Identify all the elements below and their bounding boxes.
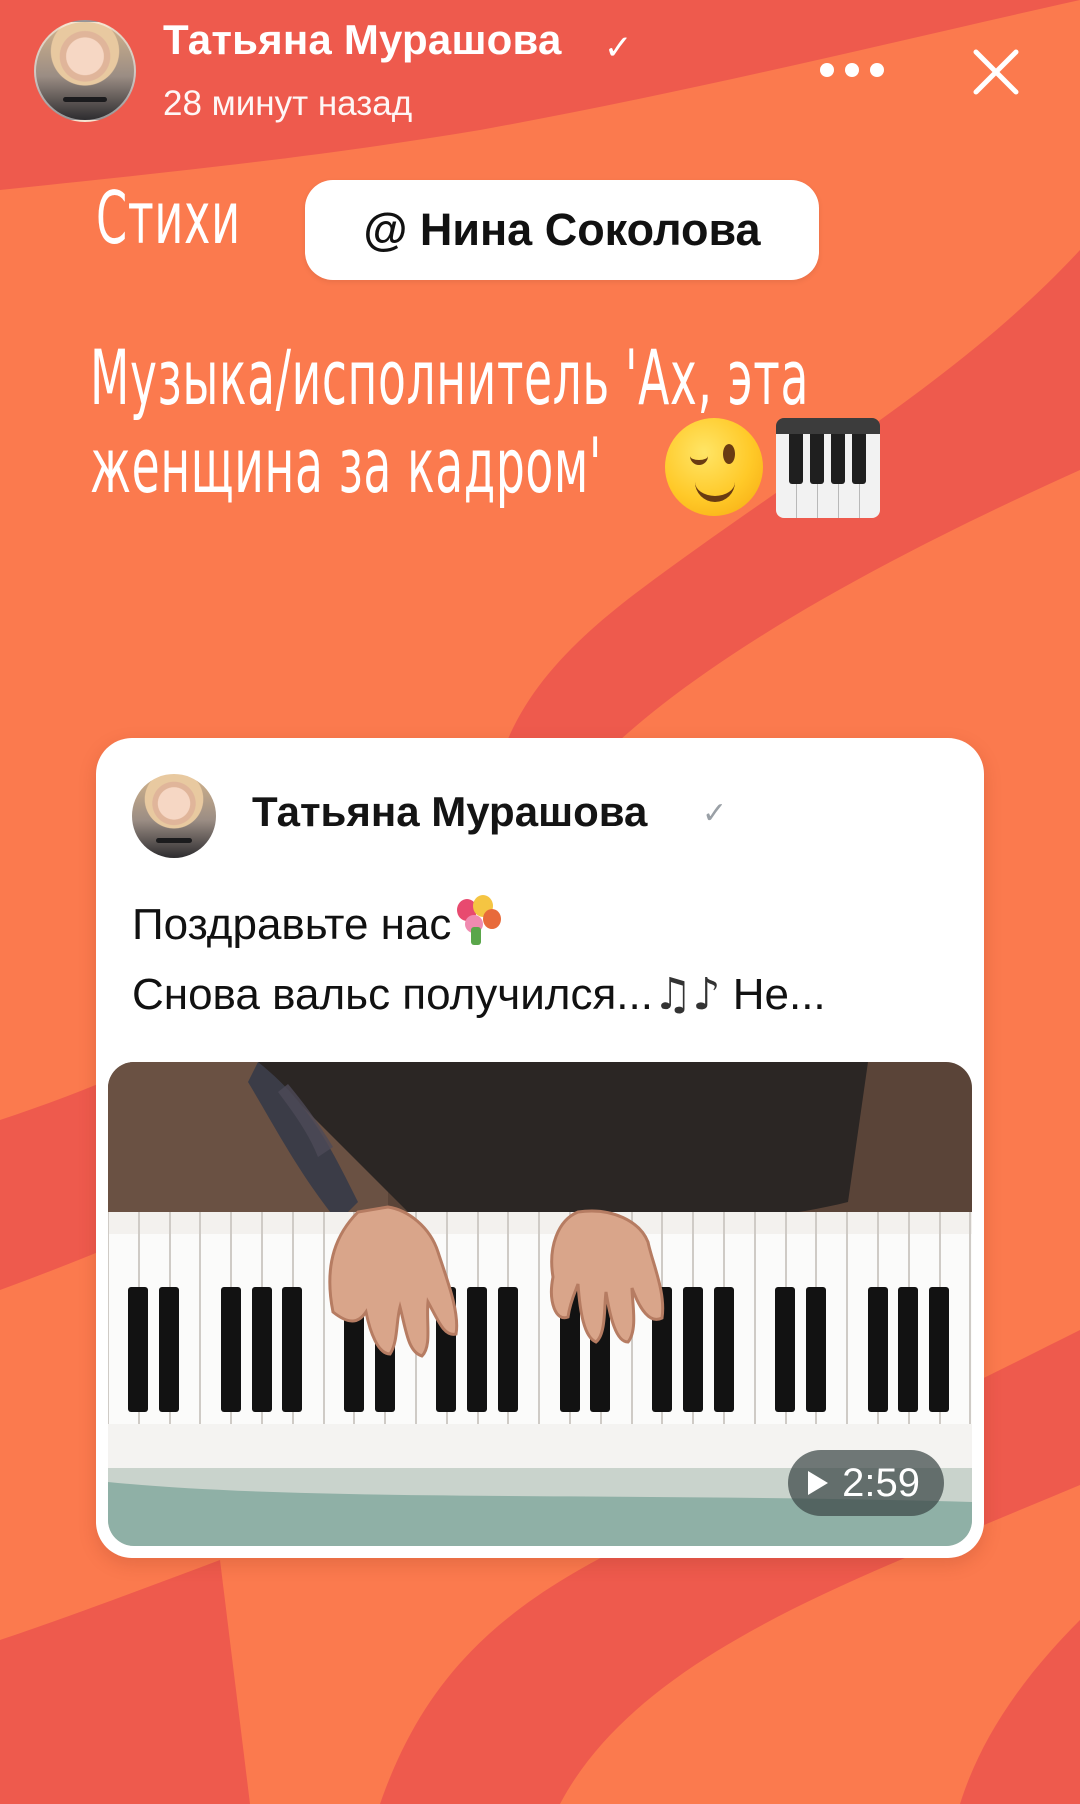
video-duration: 2:59 bbox=[842, 1460, 920, 1505]
close-icon[interactable] bbox=[968, 44, 1024, 100]
video-thumbnail[interactable]: 2:59 bbox=[108, 1062, 972, 1546]
card-author-name[interactable]: Татьяна Мурашова bbox=[252, 788, 647, 836]
card-author-avatar[interactable] bbox=[132, 774, 216, 858]
shared-post-card[interactable]: Татьяна Мурашова ✓ Поздравьте нас Снова … bbox=[96, 738, 984, 1558]
piano-keys-icon bbox=[776, 418, 880, 518]
card-text-line-1: Поздравьте нас bbox=[132, 900, 452, 949]
story-viewer: Татьяна Мурашова ✓ 28 минут назад Стихи … bbox=[0, 0, 1080, 1804]
mention-chip[interactable]: @ Нина Соколова bbox=[305, 180, 819, 280]
card-verified-icon: ✓ bbox=[702, 796, 728, 831]
author-name[interactable]: Татьяна Мурашова bbox=[163, 16, 562, 64]
post-time: 28 минут назад bbox=[163, 84, 413, 123]
winking-face-icon bbox=[665, 418, 763, 516]
card-text-line-2: Снова вальс получился... bbox=[132, 970, 653, 1019]
headline-line-1: Музыка/исполнитель 'Ах, эта bbox=[90, 333, 810, 422]
mention-text: @ Нина Соколова bbox=[363, 204, 761, 255]
author-avatar[interactable] bbox=[34, 20, 136, 122]
category-label: Стихи bbox=[96, 176, 241, 260]
more-dots-icon[interactable] bbox=[820, 50, 884, 90]
bouquet-icon bbox=[451, 893, 507, 945]
verified-icon: ✓ bbox=[604, 28, 633, 68]
music-notes-icon: ♫♪ bbox=[652, 969, 721, 1020]
card-text-line-2-tail: Не... bbox=[720, 970, 826, 1019]
play-icon bbox=[808, 1471, 829, 1495]
card-post-text: Поздравьте нас Снова вальс получился...♫… bbox=[132, 890, 952, 1030]
video-duration-badge: 2:59 bbox=[788, 1450, 944, 1516]
